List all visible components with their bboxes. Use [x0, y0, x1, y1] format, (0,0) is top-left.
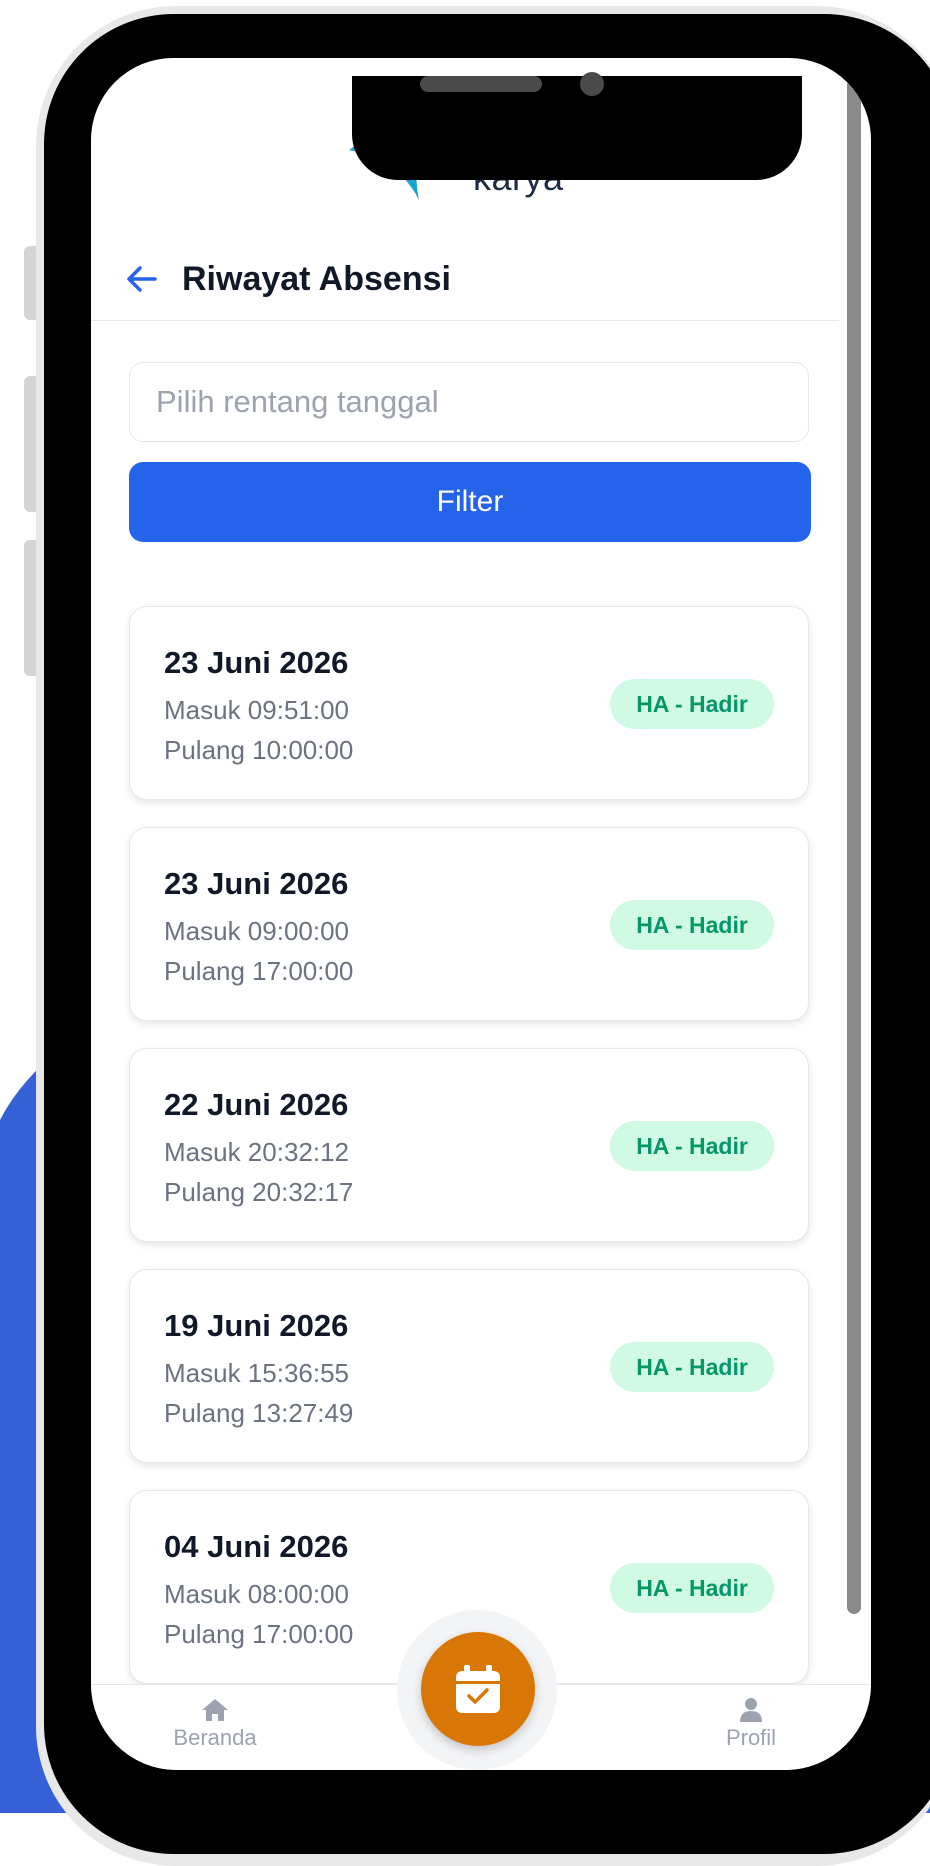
card-date: 22 Juni 2026 — [164, 1087, 349, 1122]
status-badge: HA - Hadir — [610, 900, 774, 950]
card-check-out: Pulang 20:32:17 — [164, 1177, 354, 1207]
card-check-out: Pulang 17:00:00 — [164, 956, 354, 986]
attendance-card[interactable]: 22 Juni 2026 Masuk 20:32:12 Pulang 20:32… — [129, 1048, 809, 1242]
page-header: Riwayat Absensi — [91, 240, 839, 321]
calendar-check-icon — [456, 1665, 500, 1713]
card-check-out: Pulang 10:00:00 — [164, 735, 354, 765]
page-title: Riwayat Absensi — [182, 260, 451, 298]
phone-notch — [352, 76, 802, 180]
nav-label-profil: Profil — [725, 1725, 777, 1750]
status-badge: HA - Hadir — [610, 1563, 774, 1613]
card-check-in: Masuk 15:36:55 — [164, 1358, 350, 1388]
arrow-left-icon[interactable] — [125, 262, 159, 296]
status-badge: HA - Hadir — [610, 1342, 774, 1392]
phone-camera — [580, 72, 604, 96]
status-badge: HA - Hadir — [610, 679, 774, 729]
card-date: 04 Juni 2026 — [164, 1529, 349, 1564]
card-date: 19 Juni 2026 — [164, 1308, 349, 1343]
card-check-in: Masuk 09:00:00 — [164, 916, 350, 946]
phone-screen: asando karya Riwayat Absensi Pilih renta… — [91, 58, 871, 1770]
card-check-in: Masuk 20:32:12 — [164, 1137, 350, 1167]
filter-button[interactable]: Filter — [129, 462, 811, 542]
attendance-card[interactable]: 23 Juni 2026 Masuk 09:00:00 Pulang 17:00… — [129, 827, 809, 1021]
card-date: 23 Juni 2026 — [164, 866, 349, 901]
card-check-in: Masuk 09:51:00 — [164, 695, 350, 725]
nav-item-profil[interactable]: Profil — [703, 1697, 799, 1751]
card-check-out: Pulang 13:27:49 — [164, 1398, 354, 1428]
status-badge: HA - Hadir — [610, 1121, 774, 1171]
attendance-fab-button[interactable] — [421, 1632, 535, 1746]
nav-item-beranda[interactable]: Beranda — [167, 1697, 263, 1751]
attendance-card[interactable]: 23 Juni 2026 Masuk 09:51:00 Pulang 10:00… — [129, 606, 809, 800]
date-range-input[interactable]: Pilih rentang tanggal — [129, 362, 809, 442]
home-icon — [202, 1699, 228, 1721]
user-icon — [740, 1698, 762, 1722]
card-check-out: Pulang 17:00:00 — [164, 1619, 354, 1649]
card-check-in: Masuk 08:00:00 — [164, 1579, 350, 1609]
scrollbar[interactable] — [847, 78, 861, 1614]
card-date: 23 Juni 2026 — [164, 645, 349, 680]
attendance-card[interactable]: 19 Juni 2026 Masuk 15:36:55 Pulang 13:27… — [129, 1269, 809, 1463]
nav-label-beranda: Beranda — [173, 1725, 257, 1750]
phone-speaker — [420, 76, 542, 92]
